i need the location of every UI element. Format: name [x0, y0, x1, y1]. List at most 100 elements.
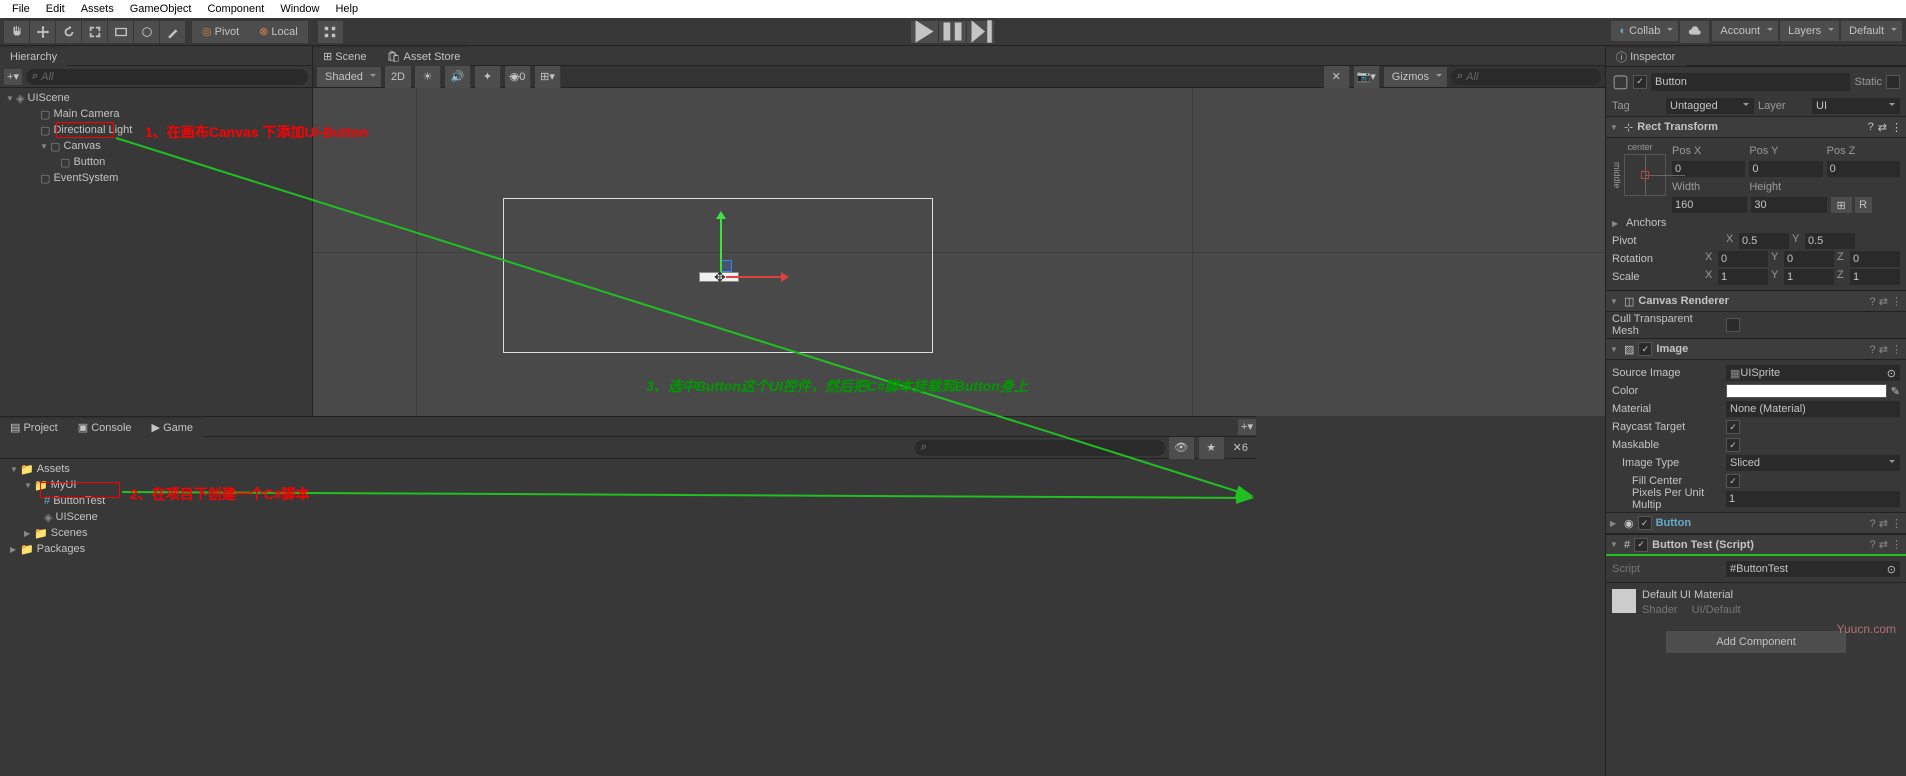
move-tool[interactable] [30, 21, 56, 43]
raycast-checkbox[interactable]: ✓ [1726, 420, 1740, 434]
anchor-preset-button[interactable] [1624, 154, 1666, 196]
posy-field[interactable]: 0 [1749, 161, 1822, 177]
menu-assets[interactable]: Assets [73, 3, 122, 15]
shading-dropdown[interactable]: Shaded [317, 67, 381, 87]
menu-icon[interactable]: ⋮ [1891, 121, 1902, 134]
hand-tool[interactable] [4, 21, 30, 43]
source-image-field[interactable]: ▦UISprite⊙ [1726, 365, 1900, 381]
color-field[interactable] [1726, 384, 1887, 398]
posz-field[interactable]: 0 [1827, 161, 1900, 177]
hierarchy-item-button[interactable]: ▢ Button [0, 154, 312, 170]
static-checkbox[interactable] [1886, 75, 1900, 89]
scene-row[interactable]: ▼◈ UIScene [0, 90, 312, 106]
image-type-dropdown[interactable]: Sliced [1726, 455, 1900, 471]
script-enable-checkbox[interactable]: ✓ [1634, 538, 1648, 552]
hierarchy-item-eventsystem[interactable]: ▢ EventSystem [0, 170, 312, 186]
eyedropper-icon[interactable]: ✎ [1891, 385, 1900, 398]
pause-button[interactable] [939, 21, 967, 43]
hierarchy-tab[interactable]: Hierarchy [0, 46, 67, 66]
audio-toggle[interactable]: 🔊 [445, 66, 471, 88]
width-field[interactable]: 160 [1672, 197, 1747, 213]
inspector-tab[interactable]: ⓘ Inspector [1606, 46, 1685, 66]
2d-toggle[interactable]: 2D [385, 66, 411, 88]
play-button[interactable] [911, 21, 939, 43]
rotate-tool[interactable] [56, 21, 82, 43]
lighting-toggle[interactable]: ☀ [415, 66, 441, 88]
script-field[interactable]: #ButtonTest⊙ [1726, 561, 1900, 577]
preset-icon[interactable]: ⇄ [1878, 121, 1887, 134]
assets-folder[interactable]: ▼📁 Assets [4, 461, 1252, 477]
pivotx-field[interactable]: 0.5 [1739, 233, 1789, 249]
menu-file[interactable]: File [4, 3, 38, 15]
gameobject-name-field[interactable]: Button [1651, 73, 1850, 91]
scenes-folder[interactable]: ▶📁 Scenes [4, 525, 1252, 541]
asset-store-tab[interactable]: 🛍 Asset Store [376, 46, 470, 66]
filter-icon[interactable]: 👁 [1169, 437, 1195, 459]
rect-tool[interactable] [108, 21, 134, 43]
scaley-field[interactable]: 1 [1784, 269, 1834, 285]
cloud-button[interactable] [1680, 21, 1710, 43]
canvas-renderer-header[interactable]: ▼◫Canvas Renderer? ⇄ ⋮ [1606, 290, 1906, 312]
tools-icon[interactable]: ✕ [1324, 66, 1350, 88]
image-header[interactable]: ▼▨✓Image? ⇄ ⋮ [1606, 338, 1906, 360]
fx-toggle[interactable]: ✦ [475, 66, 501, 88]
project-search[interactable] [915, 440, 1165, 456]
pivoty-field[interactable]: 0.5 [1805, 233, 1855, 249]
blueprint-mode[interactable]: ⊞ [1831, 197, 1853, 213]
collab-dropdown[interactable]: ◐ Collab [1611, 21, 1678, 41]
maskable-checkbox[interactable]: ✓ [1726, 438, 1740, 452]
material-preview[interactable] [1612, 589, 1636, 613]
rotz-field[interactable]: 0 [1850, 251, 1900, 267]
step-button[interactable] [967, 21, 995, 43]
scene-tab[interactable]: ⊞ Scene [313, 46, 376, 66]
script-component-header[interactable]: ▼#✓Button Test (Script)? ⇄ ⋮ [1606, 534, 1906, 556]
gizmos-dropdown[interactable]: Gizmos [1384, 67, 1447, 87]
rect-transform-header[interactable]: ▼⊹ Rect Transform ? ⇄ ⋮ [1606, 116, 1906, 138]
button-component-header[interactable]: ▶◉✓Button? ⇄ ⋮ [1606, 512, 1906, 534]
layers-dropdown[interactable]: Layers [1780, 21, 1839, 41]
layout-dropdown[interactable]: Default [1841, 21, 1902, 41]
ppu-field[interactable]: 1 [1726, 491, 1900, 507]
account-dropdown[interactable]: Account [1712, 21, 1778, 41]
menu-component[interactable]: Component [199, 3, 272, 15]
pivot-toggle[interactable]: ◎ Pivot [192, 21, 249, 43]
menu-help[interactable]: Help [327, 3, 366, 15]
hierarchy-add-button[interactable]: +▾ [4, 69, 22, 85]
packages-folder[interactable]: ▶📁 Packages [4, 541, 1252, 557]
local-toggle[interactable]: ⊗ Local [249, 21, 308, 43]
menu-gameobject[interactable]: GameObject [122, 3, 200, 15]
camera-icon[interactable]: 📷▾ [1354, 66, 1380, 88]
cull-checkbox[interactable] [1726, 318, 1740, 332]
height-field[interactable]: 30 [1751, 197, 1826, 213]
grid-toggle[interactable]: ⊞▾ [535, 66, 561, 88]
image-enable-checkbox[interactable]: ✓ [1638, 342, 1652, 356]
hidden-toggle[interactable]: ◉0 [505, 66, 531, 88]
hierarchy-item-camera[interactable]: ▢ Main Camera [0, 106, 312, 122]
menu-edit[interactable]: Edit [38, 3, 73, 15]
snap-toggle[interactable] [318, 21, 344, 43]
transform-tool[interactable] [134, 21, 160, 43]
project-tab[interactable]: ▤ Project [0, 417, 68, 437]
uiscene-asset[interactable]: ◈ UIScene [4, 509, 1252, 525]
scalez-field[interactable]: 1 [1850, 269, 1900, 285]
console-tab[interactable]: ▣ Console [68, 417, 142, 437]
add-component-button[interactable]: Add Component [1666, 631, 1846, 653]
tag-dropdown[interactable]: Untagged [1666, 98, 1754, 114]
game-tab[interactable]: ▶ Game [142, 417, 204, 437]
project-add-button[interactable]: +▾ [1238, 419, 1256, 435]
rotx-field[interactable]: 0 [1718, 251, 1768, 267]
gizmo-y-axis[interactable] [720, 214, 722, 274]
gizmo-x-axis[interactable] [726, 276, 786, 278]
custom-tool[interactable] [160, 21, 186, 43]
favorite-icon[interactable]: ★ [1199, 437, 1225, 459]
menu-window[interactable]: Window [272, 3, 327, 15]
scalex-field[interactable]: 1 [1718, 269, 1768, 285]
button-enable-checkbox[interactable]: ✓ [1638, 516, 1652, 530]
roty-field[interactable]: 0 [1784, 251, 1834, 267]
help-icon[interactable]: ? [1868, 121, 1874, 134]
layer-dropdown[interactable]: UI [1812, 98, 1900, 114]
active-checkbox[interactable]: ✓ [1633, 75, 1647, 89]
fill-center-checkbox[interactable]: ✓ [1726, 474, 1740, 488]
material-field[interactable]: None (Material) [1726, 401, 1900, 417]
scale-tool[interactable] [82, 21, 108, 43]
